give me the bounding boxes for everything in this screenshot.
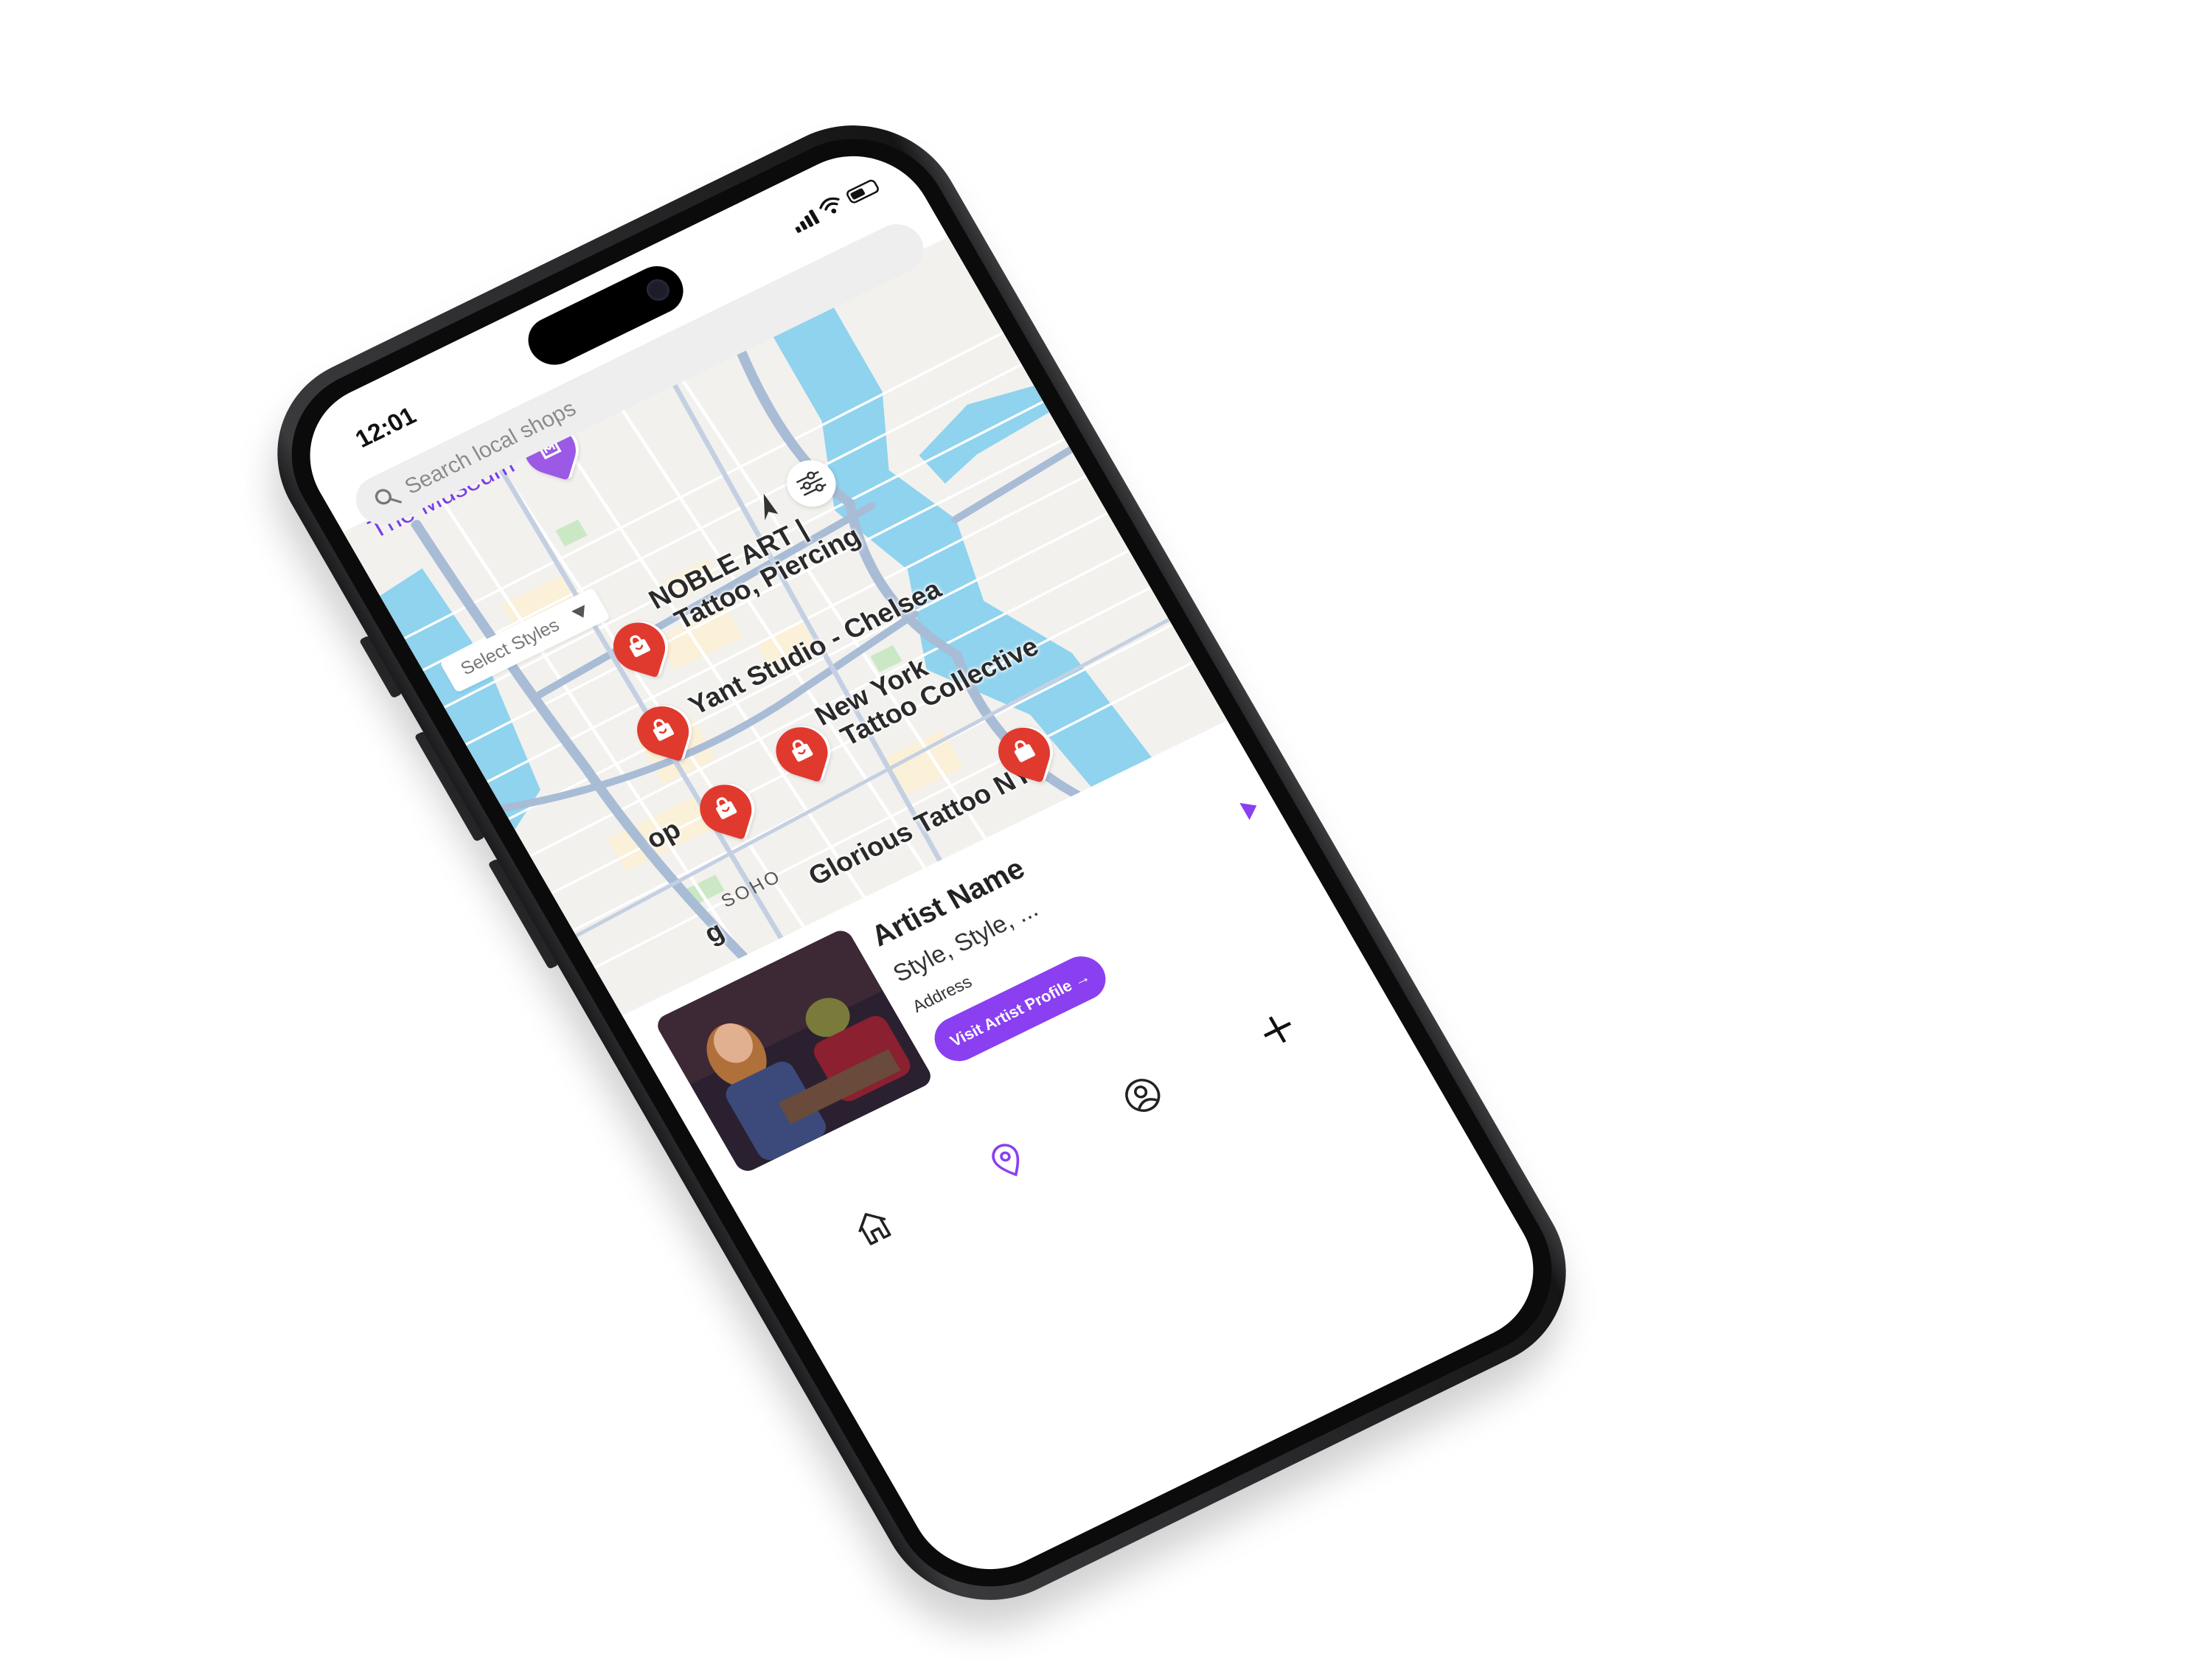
- tab-map[interactable]: [975, 1131, 1040, 1192]
- tab-profile[interactable]: [1110, 1065, 1175, 1125]
- profile-icon: [1124, 1079, 1161, 1113]
- home-icon: [858, 1213, 891, 1245]
- next-artist-arrow-icon[interactable]: [1239, 796, 1262, 821]
- search-icon: [375, 489, 402, 505]
- battery-icon: [844, 178, 881, 205]
- sliders-icon: [796, 470, 827, 496]
- phone-frame: 12:01 Search local shops Select Styles N…: [238, 91, 1605, 1635]
- signal-icon: [790, 209, 821, 234]
- app-screen: 12:01 Search local shops Select Styles N…: [282, 131, 1562, 1595]
- status-time: 12:01: [350, 402, 421, 453]
- chevron-down-icon: [571, 605, 591, 621]
- camera-icon: [642, 275, 674, 305]
- phone-mockup: 12:01 Search local shops Select Styles N…: [238, 91, 1605, 1635]
- map-pin-icon: [991, 1144, 1019, 1177]
- wifi-icon: [819, 197, 840, 214]
- visit-artist-profile-button[interactable]: Visit Artist Profile →: [926, 948, 1114, 1069]
- tab-add[interactable]: [1245, 999, 1310, 1060]
- plus-icon: [1263, 1016, 1291, 1043]
- tab-home[interactable]: [841, 1197, 905, 1257]
